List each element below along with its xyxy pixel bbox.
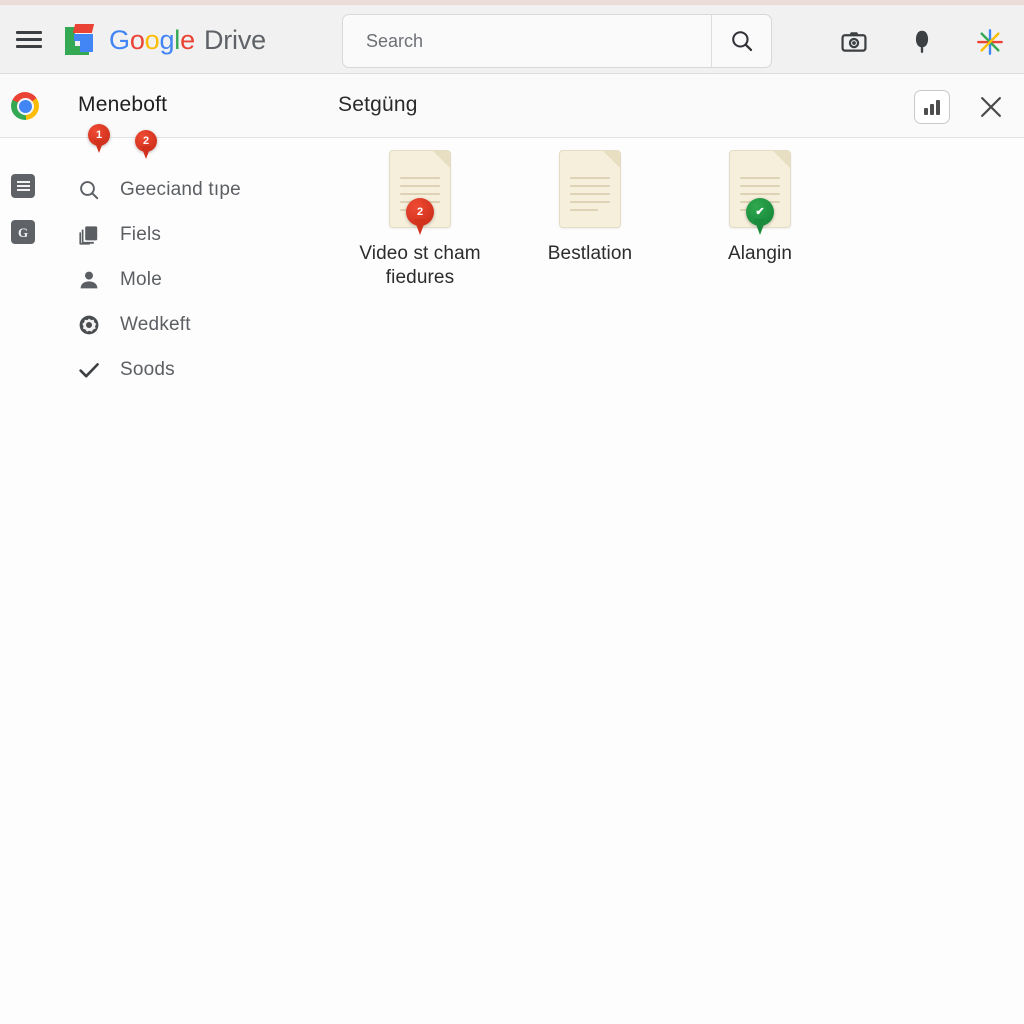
sidebar-item-label: Fiels [120,223,162,245]
secondary-bar: Meneboft Setgüng [0,74,1024,138]
sidebar-item-fiels[interactable]: Fiels [76,212,326,257]
file-thumbnail: 2 [389,150,451,235]
file-grid: 2 Video st cham fiedures Bestlation ✔ Al… [355,150,915,290]
sidebar-item-geeciand-tipe[interactable]: Geeciand tıpe [76,167,326,212]
close-icon [981,97,1001,117]
brand: Google Drive [63,18,266,62]
logo-letter-e: e [180,24,195,55]
check-icon [76,357,102,383]
search-icon [76,177,102,203]
camera-button[interactable] [836,24,872,60]
file-name: Alangin [727,243,793,264]
person-icon [76,267,102,293]
sidebar-item-wedkeft[interactable]: Wedkeft [76,302,326,347]
file-name: Bestlation [547,243,633,264]
rail-g-label: G [17,224,29,240]
file-badge-pin-verified[interactable]: ✔ [746,198,774,236]
logo-letter-g: G [109,24,130,55]
tab-setgung[interactable]: Setgüng [338,93,418,117]
gemini-sparkle-button[interactable] [972,24,1008,60]
hamburger-menu-icon[interactable] [15,27,43,51]
file-card-bestlation[interactable]: Bestlation [525,150,655,290]
rail-list-icon[interactable] [11,174,35,198]
document-lines [570,177,610,211]
page-fold [433,151,450,168]
bar-chart-icon-bar-2 [930,104,934,115]
app-window: Google Drive Search Meneboft Setgüng 1 2… [0,0,1024,1024]
bar-chart-icon-bar-3 [936,100,940,115]
file-badge-pin[interactable]: 2 [406,198,434,236]
close-button[interactable] [972,88,1010,126]
file-badge-label: 2 [416,205,424,218]
logo-letter-g2: g [159,24,175,55]
file-badge-check-label: ✔ [755,205,765,218]
annotation-pin-2-label: 2 [142,134,150,147]
sidebar-item-label: Geeciand tıpe [120,178,241,200]
file-card-alangin[interactable]: ✔ Alangin [695,150,825,290]
search-submit-button[interactable] [711,15,771,67]
top-bar-actions [836,20,1008,64]
tab-meneboft[interactable]: Meneboft [78,93,167,117]
page-fold [603,151,620,168]
sidebar-item-label: Wedkeft [120,313,191,335]
annotation-pin-2[interactable]: 2 [135,130,157,160]
file-card-video-st-cham-fiedures[interactable]: 2 Video st cham fiedures [355,150,485,290]
sidebar-nav: Geeciand tıpe Fiels Mole Wedkeft Soods [76,167,326,392]
product-name: Drive [203,24,266,55]
file-name: Video st cham fiedures [359,243,481,288]
camera-icon [841,32,867,52]
search-bar[interactable] [342,14,772,68]
gemini-sparkle-icon [977,29,1003,55]
secondary-bar-actions [914,88,1010,126]
left-icon-rail: G [0,139,48,1024]
annotation-pin-1[interactable]: 1 [88,124,110,154]
file-thumbnail: ✔ [729,150,791,235]
sidebar-item-soods[interactable]: Soods [76,347,326,392]
logo-letter-o2: o [144,24,160,55]
bar-chart-icon-bar-1 [924,108,928,115]
search-icon [731,31,752,52]
annotation-pin-1-label: 1 [95,128,103,141]
gear-icon [76,312,102,338]
chrome-icon [11,92,39,120]
logo-letter-o1: o [129,24,145,55]
file-thumbnail [559,150,621,228]
brand-wordmark: Google Drive [109,25,266,56]
search-input[interactable] [343,15,711,67]
page-fold [773,151,790,168]
microphone-button[interactable] [904,24,940,60]
microphone-icon [915,30,929,53]
sidebar-item-label: Mole [120,268,162,290]
copy-layers-icon [76,222,102,248]
sidebar-item-label: Soods [120,358,175,380]
google-g-logo-icon [63,23,97,57]
rail-g-icon[interactable]: G [11,220,35,244]
sidebar-item-mole[interactable]: Mole [76,257,326,302]
bar-chart-button[interactable] [914,90,950,124]
top-app-bar: Google Drive [0,5,1024,74]
document-icon [559,150,621,228]
